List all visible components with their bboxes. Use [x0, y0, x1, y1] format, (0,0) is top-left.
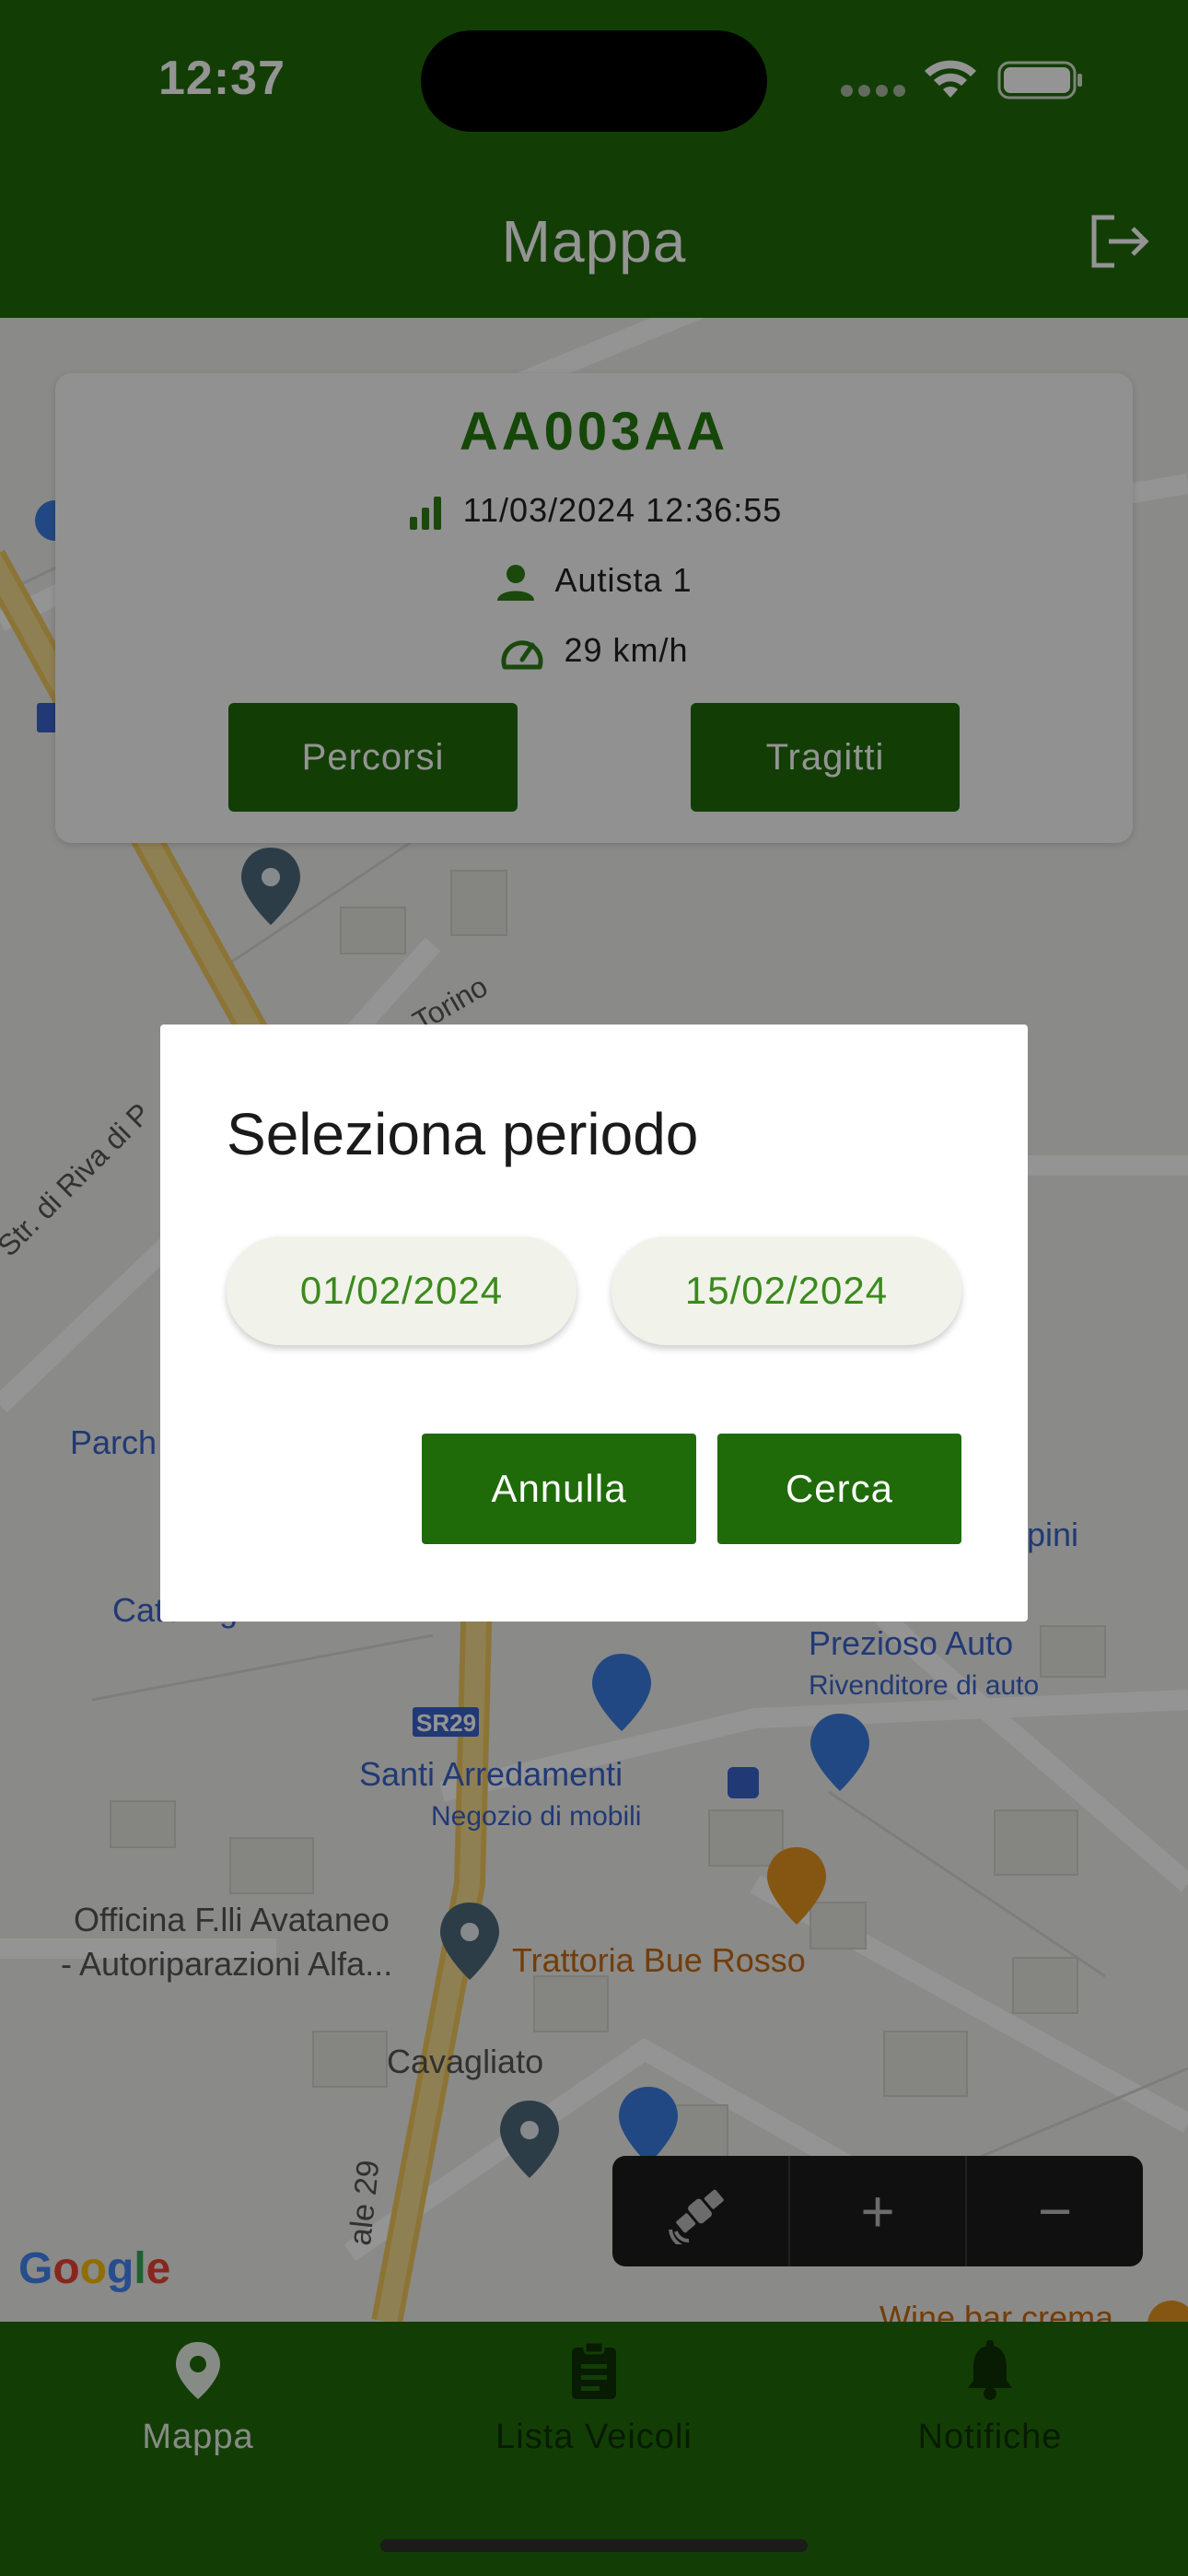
dialog-title: Seleziona periodo: [227, 1101, 699, 1167]
end-date-button[interactable]: 15/02/2024: [611, 1236, 961, 1345]
home-indicator: [380, 2539, 808, 2552]
start-date-button[interactable]: 01/02/2024: [227, 1236, 577, 1345]
cancel-button[interactable]: Annulla: [422, 1434, 696, 1544]
search-button[interactable]: Cerca: [717, 1434, 961, 1544]
period-dialog: Seleziona periodo 01/02/2024 15/02/2024 …: [160, 1025, 1028, 1622]
